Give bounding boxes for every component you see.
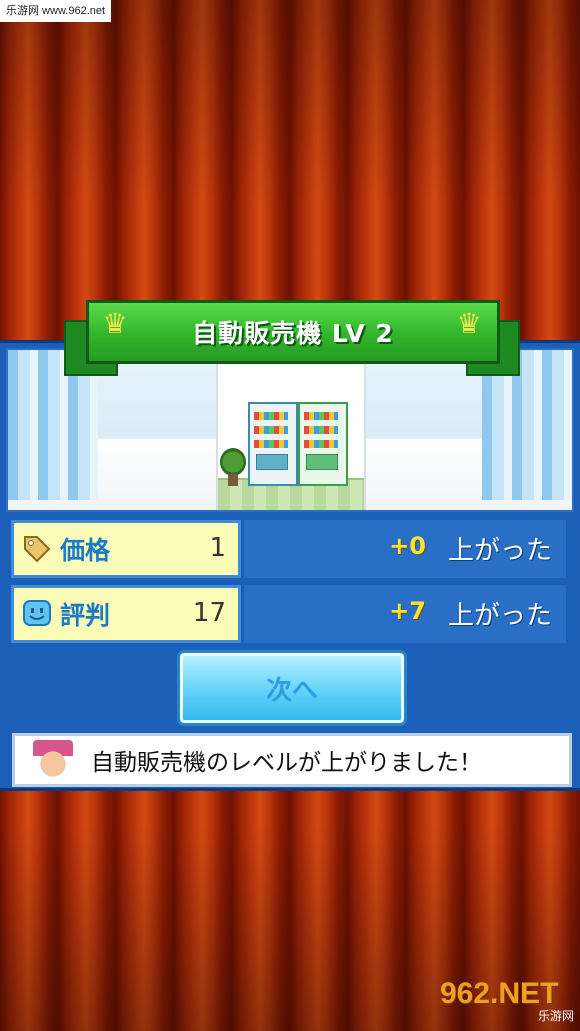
crown-icon: ♛ (102, 307, 128, 340)
stat-label: 評判 (60, 601, 111, 630)
stat-delta: +0 (389, 532, 426, 560)
message-box: 自動販売機のレベルが上がりました！ (12, 733, 572, 787)
price-tag-icon (20, 532, 54, 566)
watermark-top: 乐游网 www.962.net (0, 0, 112, 22)
vm-panel (256, 454, 288, 470)
vm-shelf (254, 412, 288, 420)
watermark-site-name: 乐游网 (537, 1009, 574, 1023)
stat-result: 上がった (447, 601, 552, 631)
vending-room (216, 364, 366, 510)
vm-shelf (254, 440, 288, 448)
stat-row-price: 価格 1 +0 上がった (8, 517, 570, 578)
stat-row-reputation: 評判 17 +7 上がった (8, 582, 570, 643)
plant-icon (220, 448, 246, 476)
stat-label: 価格 (60, 536, 111, 565)
plant-pot (228, 474, 238, 486)
vm-panel (306, 454, 338, 470)
stat-change: +0 上がった (244, 520, 566, 578)
ribbon-main: 自動販売機 LV 2 (86, 300, 500, 364)
level-banner: 自動販売機 LV 2 ♛ ♛ (64, 298, 520, 378)
vm-shelf (304, 412, 338, 420)
vending-machine-icon (298, 402, 348, 486)
vm-shelf (304, 440, 338, 448)
stat-delta: +7 (389, 597, 426, 625)
crown-icon: ♛ (456, 307, 482, 340)
next-button[interactable]: 次へ (180, 653, 404, 723)
watermark-bottom: 962.NET 乐游网 (440, 979, 574, 1025)
avatar (33, 740, 73, 780)
vending-machine-icon (248, 402, 298, 486)
stat-value: 1 (209, 533, 226, 563)
stat-value: 17 (192, 598, 226, 628)
watermark-logo-text: 962.NET (440, 977, 559, 1010)
stat-box: 評判 17 (11, 585, 241, 643)
vm-shelf (304, 426, 338, 434)
stat-box: 価格 1 (11, 520, 241, 578)
smile-face-icon (20, 597, 54, 631)
vm-shelf (254, 426, 288, 434)
message-text: 自動販売機のレベルが上がりました！ (91, 750, 482, 776)
banner-title: 自動販売機 LV 2 (192, 319, 394, 348)
stat-change: +7 上がった (244, 585, 566, 643)
stat-result: 上がった (447, 536, 552, 566)
